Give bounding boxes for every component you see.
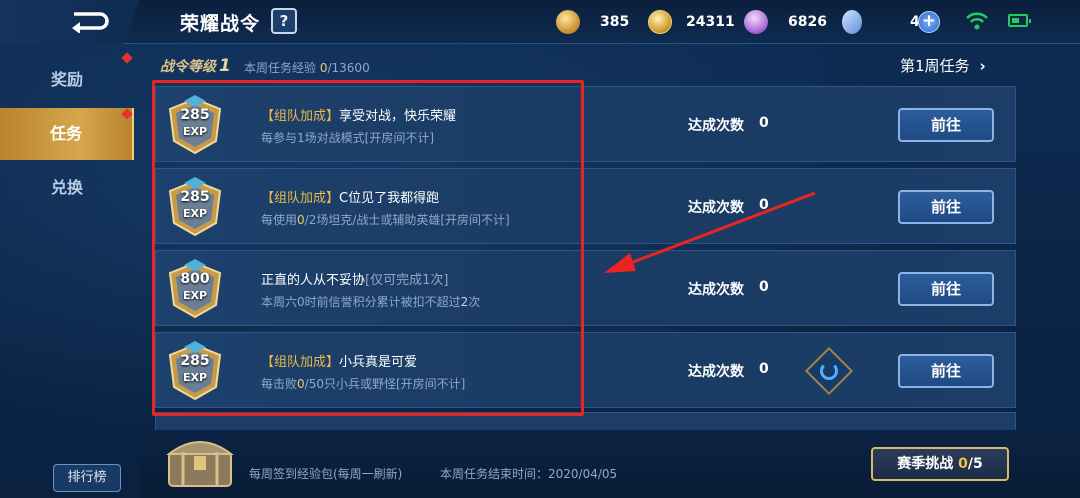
back-button[interactable] [0, 0, 140, 44]
weekly-exp-pack-label: 每周签到经验包(每周一刷新) [249, 467, 403, 481]
chevron-right-icon: › [979, 57, 986, 75]
season-challenge-button[interactable]: 赛季挑战 0/5 [871, 447, 1009, 481]
sidebar-item-rewards[interactable]: 奖励 [0, 54, 134, 106]
season-challenge-progress: 0 [958, 456, 968, 472]
pass-level: 战令等级 1 [160, 56, 231, 76]
token-resource: 385 [556, 9, 629, 35]
token-icon [556, 10, 580, 34]
pass-level-label: 战令等级 [160, 59, 216, 75]
diamond-resource: 6826 [742, 8, 827, 36]
weekly-exp-label: 本周任务经验 [244, 61, 317, 75]
gold-resource: 24311 [648, 9, 735, 35]
completion-count-label: 达成次数 [688, 118, 744, 134]
gold-count: 24311 [686, 14, 735, 30]
week-selector-label: 第1周任务 [900, 57, 970, 75]
highlight-annotation-box [152, 80, 584, 416]
card-resource: 4 [842, 9, 920, 35]
card-icon [842, 10, 862, 34]
go-button[interactable]: 前往 [898, 354, 994, 388]
leaderboard-button[interactable]: 排行榜 [53, 464, 121, 492]
back-arrow-icon [72, 12, 109, 33]
season-challenge-total: /5 [967, 456, 983, 472]
battery-icon [1008, 14, 1031, 27]
go-button[interactable]: 前往 [898, 190, 994, 224]
week-selector[interactable]: 第1周任务 › [900, 55, 986, 76]
gold-coin-icon [648, 10, 672, 34]
refresh-task-icon[interactable] [804, 346, 854, 396]
task-end-time: 本周任务结束时间：2020/04/05 [440, 467, 618, 481]
page-title: 荣耀战令 [180, 13, 261, 35]
treasure-chest-icon[interactable] [163, 430, 237, 488]
completion-count: 0 [759, 361, 769, 377]
help-button[interactable]: ? [271, 8, 297, 34]
go-button[interactable]: 前往 [898, 272, 994, 306]
sidebar: 奖励 任务 兑换 排行榜 [0, 44, 136, 498]
go-button[interactable]: 前往 [898, 108, 994, 142]
season-challenge-label: 赛季挑战 [897, 456, 954, 472]
completion-count: 0 [759, 115, 769, 131]
weekly-exp: 本周任务经验 0/13600 [244, 59, 370, 76]
top-bar: 荣耀战令 ? 385 24311 6826 4 + [0, 0, 1080, 44]
sidebar-item-exchange[interactable]: 兑换 [0, 162, 134, 214]
completion-count-label: 达成次数 [688, 364, 744, 380]
weekly-exp-total: /13600 [327, 61, 370, 75]
sidebar-item-tasks[interactable]: 任务 [0, 108, 134, 160]
annotation-arrow-icon [604, 191, 816, 273]
token-count: 385 [600, 14, 630, 30]
diamond-icon [742, 8, 770, 36]
wifi-icon [966, 12, 988, 30]
diamond-count: 6826 [788, 14, 827, 30]
pass-level-value: 1 [219, 56, 231, 76]
add-card-button[interactable]: + [918, 11, 940, 33]
